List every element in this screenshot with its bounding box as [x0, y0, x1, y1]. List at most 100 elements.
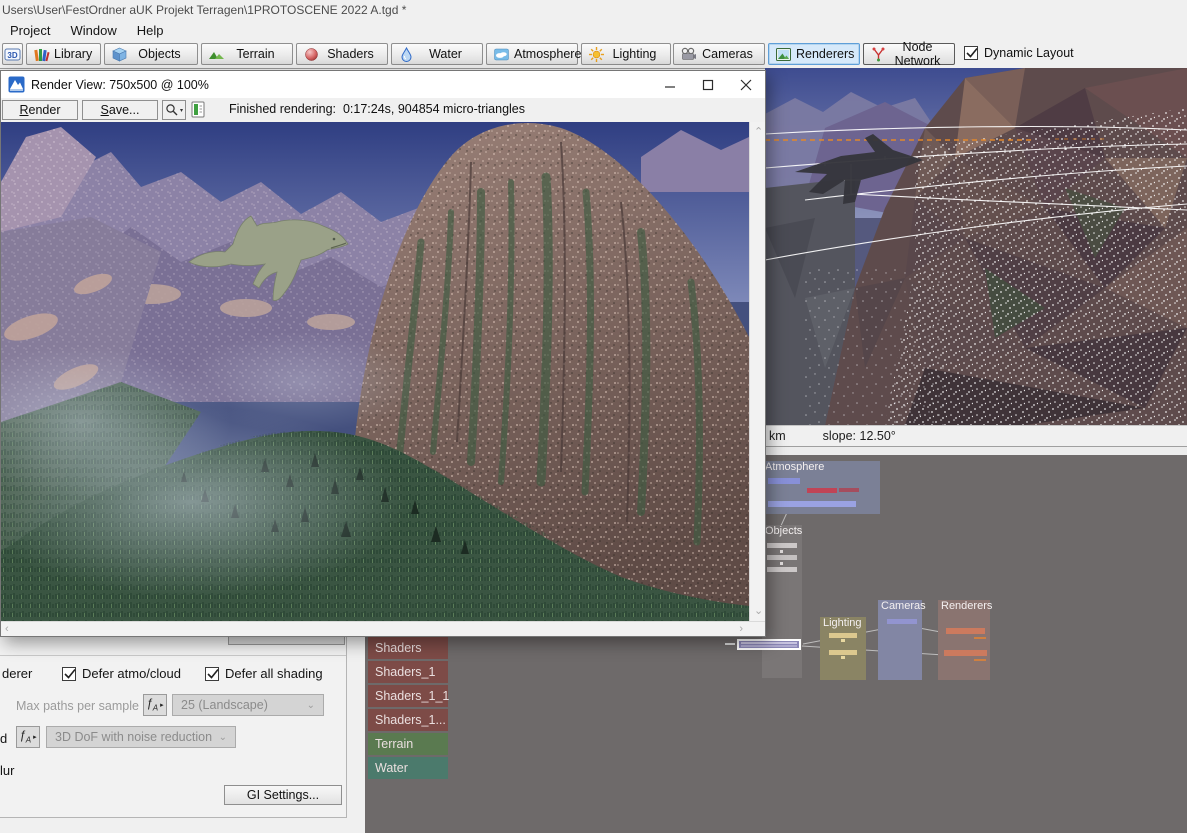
toolbar-node-network-button[interactable]: Node Network: [863, 40, 955, 68]
toolbar-renderers-label: Renderers: [796, 47, 855, 61]
menu-window[interactable]: Window: [60, 22, 126, 41]
preview-status-unit: km: [769, 429, 786, 443]
node-network-icon: [870, 46, 887, 63]
toolbar-node-network-label: Node Network: [894, 40, 941, 68]
renderers-node-2[interactable]: [944, 650, 987, 656]
node-group-atmosphere-label: Atmosphere: [765, 461, 825, 473]
node-list-item-water[interactable]: Water: [368, 757, 448, 779]
render-view-titlebar[interactable]: Render View: 750x500 @ 100%: [1, 71, 765, 98]
node-group-renderers-label: Renderers: [941, 600, 993, 612]
node-list-item-shaders1[interactable]: Shaders_1: [368, 661, 448, 683]
toolbar-objects-button[interactable]: Objects: [104, 43, 198, 65]
defer-atmo-checkbox[interactable]: [62, 666, 76, 681]
zoom-tool-button[interactable]: ▾: [162, 100, 186, 120]
node-group-renderers[interactable]: Renderers: [938, 600, 993, 680]
defer-all-toggle[interactable]: Defer all shading: [205, 666, 323, 681]
toolbar-objects-label: Objects: [138, 47, 181, 61]
gi-settings-button[interactable]: GI Settings...: [224, 785, 342, 805]
toolbar-library-label: Library: [54, 47, 93, 61]
defer-all-label: Defer all shading: [225, 666, 323, 681]
defer-all-checkbox[interactable]: [205, 666, 219, 681]
dynamic-layout-label: Dynamic Layout: [984, 46, 1074, 60]
scroll-left-icon[interactable]: ‹: [5, 624, 9, 635]
scroll-down-icon[interactable]: ⌄: [754, 606, 763, 617]
minimize-button[interactable]: [651, 71, 689, 98]
dof-dropdown[interactable]: 3D DoF with noise reduction ⌄: [46, 726, 236, 748]
renderers-node-label-marks: [974, 637, 986, 639]
dynamic-layout-checkbox[interactable]: [964, 46, 978, 60]
node-list-item-shaders1x[interactable]: Shaders_1...: [368, 709, 448, 731]
partial-label-renderer: derer: [2, 666, 33, 681]
menu-bar: Project Window Help: [0, 22, 173, 41]
library-books-icon: [33, 46, 50, 63]
node-group-lighting[interactable]: Lighting: [820, 617, 866, 680]
lighting-node-port: [841, 656, 845, 659]
atmosphere-node-wide[interactable]: [768, 501, 856, 507]
objects-node-3[interactable]: [767, 567, 797, 572]
toolbar-atmosphere-label: Atmosphere: [514, 47, 582, 61]
function-icon: ƒA: [146, 697, 159, 713]
atmosphere-cloud-icon: [493, 46, 510, 63]
magnifier-icon: [166, 104, 178, 116]
toolbar-library-button[interactable]: Library: [26, 43, 101, 65]
horizontal-scrollbar[interactable]: ‹ ›: [1, 621, 765, 636]
atmosphere-node-blue[interactable]: [768, 478, 800, 484]
toolbar-renderers-button[interactable]: Renderers: [768, 43, 860, 65]
view-3d-button[interactable]: 3D: [2, 43, 23, 65]
renderers-image-icon: [775, 46, 792, 63]
cameras-node[interactable]: [887, 619, 917, 624]
node-list-item-terrain[interactable]: Terrain: [368, 733, 448, 755]
menu-help[interactable]: Help: [127, 22, 174, 41]
defer-atmo-label: Defer atmo/cloud: [82, 666, 181, 681]
node-group-atmosphere[interactable]: Atmosphere: [762, 461, 880, 514]
node-group-cameras-label: Cameras: [881, 600, 926, 612]
scroll-up-icon[interactable]: ⌃: [754, 127, 763, 138]
dof-function-button[interactable]: ƒA ▸: [16, 726, 40, 748]
dynamic-layout-toggle[interactable]: Dynamic Layout: [964, 46, 1074, 60]
render-button[interactable]: Render: [2, 100, 78, 120]
rendered-image: [1, 122, 749, 622]
objects-node-1[interactable]: [767, 543, 797, 548]
defer-atmo-toggle[interactable]: Defer atmo/cloud: [62, 666, 181, 681]
chevron-down-icon: ⌄: [306, 699, 315, 711]
renderers-node-1[interactable]: [946, 628, 985, 634]
toolbar-atmosphere-button[interactable]: Atmosphere: [486, 43, 581, 65]
maximize-button[interactable]: [689, 71, 727, 98]
menu-project[interactable]: Project: [0, 22, 60, 41]
render-log-icon[interactable]: [191, 101, 206, 119]
svg-text:3D: 3D: [7, 51, 17, 60]
preview-3d-viewport[interactable]: [765, 68, 1187, 425]
shaders-sphere-icon: [303, 46, 320, 63]
objects-node-2[interactable]: [767, 555, 797, 560]
close-icon[interactable]: [727, 71, 765, 98]
selected-node[interactable]: [737, 639, 801, 650]
renderers-node-label-marks: [974, 659, 986, 661]
settings-separator: [0, 655, 346, 656]
toolbar-lighting-button[interactable]: Lighting: [581, 43, 671, 65]
terragen-window-icon: [8, 76, 25, 93]
node-list-item-shaders11[interactable]: Shaders_1_1: [368, 685, 449, 707]
toolbar-water-label: Water: [429, 47, 462, 61]
max-paths-dropdown[interactable]: 25 (Landscape) ⌄: [172, 694, 324, 716]
save-button[interactable]: Save...: [82, 100, 158, 120]
preview-3d-scene: [765, 68, 1187, 425]
toolbar-terrain-label: Terrain: [236, 47, 275, 61]
lighting-node-2[interactable]: [829, 650, 857, 655]
toolbar-cameras-label: Cameras: [702, 47, 753, 61]
toolbar-shaders-button[interactable]: Shaders: [296, 43, 388, 65]
cameras-icon: [680, 46, 697, 63]
lighting-node-1[interactable]: [829, 633, 857, 638]
main-toolbar: 3D Library Objects Terrain Shaders Water…: [0, 40, 1187, 69]
max-paths-function-button[interactable]: ƒA ▸: [143, 694, 167, 716]
toolbar-cameras-button[interactable]: Cameras: [673, 43, 765, 65]
toolbar-water-button[interactable]: Water: [391, 43, 483, 65]
atmosphere-node-red[interactable]: [807, 488, 837, 493]
render-status-text: Finished rendering: 0:17:24s, 904854 mic…: [229, 102, 526, 116]
toolbar-terrain-button[interactable]: Terrain: [201, 43, 293, 65]
node-group-cameras[interactable]: Cameras: [878, 600, 926, 680]
scroll-right-icon[interactable]: ›: [739, 624, 743, 635]
node-group-objects[interactable]: Objects: [762, 525, 802, 678]
vertical-scrollbar[interactable]: ⌃ ⌄: [749, 122, 765, 622]
node-list-item-shaders[interactable]: Shaders: [368, 637, 448, 659]
lighting-sun-icon: [588, 46, 605, 63]
